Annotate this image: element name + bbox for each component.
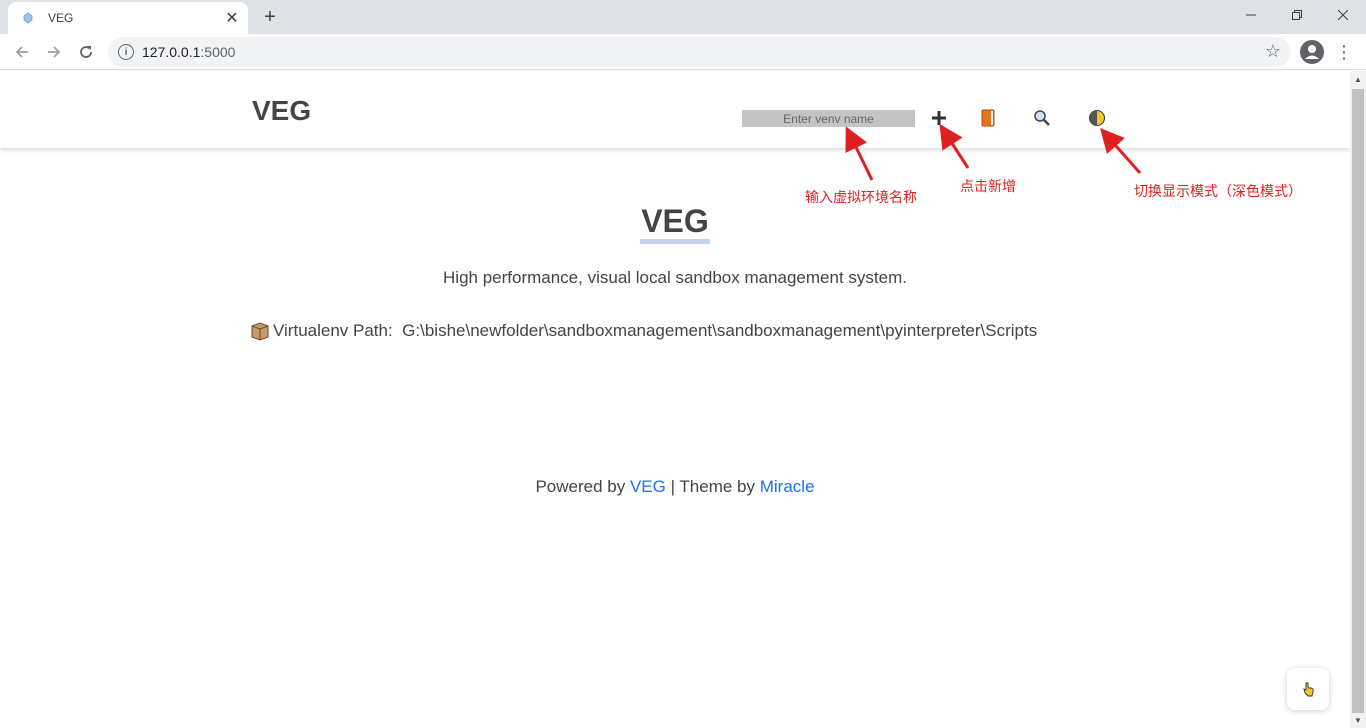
tab-title: VEG (48, 11, 74, 25)
miracle-link[interactable]: Miracle (760, 477, 815, 496)
annotation-add: 点击新增 (960, 179, 1016, 195)
restore-icon[interactable] (1274, 0, 1320, 30)
footer-powered: Powered by (535, 477, 630, 496)
browser-tab[interactable]: VEG ✕ (8, 2, 248, 34)
back-to-top-button[interactable] (1287, 668, 1329, 710)
page-content: VEG VEG High performance, visual local s… (0, 71, 1350, 728)
info-icon[interactable]: i (118, 44, 134, 60)
scroll-thumb[interactable] (1352, 89, 1364, 713)
profile-icon[interactable] (1300, 40, 1324, 64)
scroll-up-icon[interactable]: ▲ (1354, 75, 1362, 84)
site-header: VEG (0, 71, 1350, 148)
theme-toggle-icon[interactable] (1086, 107, 1108, 129)
hero-title: VEG (0, 203, 1350, 244)
minimize-icon[interactable] (1228, 0, 1274, 30)
veg-link[interactable]: VEG (630, 477, 666, 496)
close-tab-icon[interactable]: ✕ (222, 8, 242, 28)
reload-icon[interactable] (72, 38, 100, 66)
book-icon[interactable] (977, 107, 999, 129)
new-tab-icon[interactable]: + (258, 5, 282, 29)
favicon-icon (20, 10, 36, 26)
browser-tabbar: VEG ✕ + (0, 0, 1366, 34)
annotation-theme: 切换显示模式（深色模式） (1134, 184, 1302, 200)
footer: Powered by VEG | Theme by Miracle (0, 477, 1350, 497)
browser-toolbar: i 127.0.0.1:5000 ☆ ⋮ (0, 34, 1366, 70)
hero-subtitle: High performance, visual local sandbox m… (443, 268, 907, 287)
venv-name-input[interactable] (742, 110, 915, 127)
page-scrollbar[interactable]: ▲ ▼ (1350, 71, 1366, 728)
back-icon[interactable] (8, 38, 36, 66)
address-bar[interactable]: i 127.0.0.1:5000 ☆ (108, 37, 1291, 67)
path-value: G:\bishe\newfolder\sandboxmanagement\san… (402, 321, 1038, 340)
search-icon[interactable] (1031, 107, 1053, 129)
forward-icon[interactable] (40, 38, 68, 66)
menu-icon[interactable]: ⋮ (1334, 40, 1354, 64)
package-icon (250, 321, 270, 341)
url-text: 127.0.0.1:5000 (142, 44, 236, 60)
brand-logo[interactable]: VEG (252, 95, 311, 127)
scroll-down-icon[interactable]: ▼ (1354, 716, 1362, 725)
add-icon[interactable] (928, 107, 950, 129)
star-icon[interactable]: ☆ (1265, 41, 1281, 62)
annotation-input: 输入虚拟环境名称 (805, 190, 917, 206)
path-label: Virtualenv Path: (273, 321, 393, 340)
virtualenv-path: Virtualenv Path: G:\bishe\newfolder\sand… (250, 321, 1037, 341)
close-window-icon[interactable] (1320, 0, 1366, 30)
pointer-hand-icon (1303, 682, 1314, 697)
footer-separator: | Theme by (665, 477, 760, 496)
